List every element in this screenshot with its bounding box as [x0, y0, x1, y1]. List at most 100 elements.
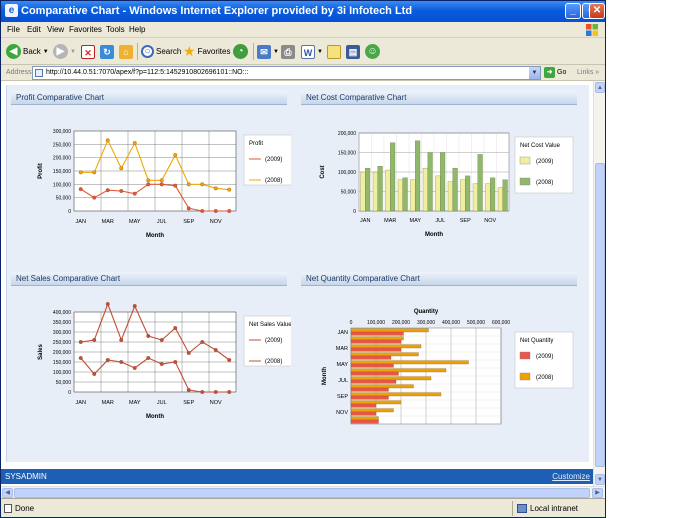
- back-label: Back: [23, 47, 41, 56]
- x-tick-label: JAN: [76, 400, 86, 406]
- research-button[interactable]: ▤: [346, 43, 360, 60]
- bar: [350, 419, 379, 424]
- net-sales-chart: 0 50,000 100,000 150,000 200,000 250,000 300,0…: [38, 302, 291, 420]
- address-input[interactable]: http://10.44.0.51:7070/apex/f?p=112:5:14…: [32, 66, 541, 80]
- forward-button[interactable]: ▶ ▼: [53, 43, 76, 60]
- address-label: Address: [6, 69, 32, 76]
- data-point: [227, 187, 232, 192]
- address-dropdown-icon[interactable]: ▼: [529, 67, 540, 79]
- history-icon: ◔: [233, 44, 248, 59]
- back-arrow-icon: ◀: [6, 44, 21, 59]
- toolbar-divider: [253, 43, 254, 60]
- x-tick-label: JUL: [157, 219, 167, 225]
- security-zone: Local intranet: [512, 501, 604, 516]
- bar: [350, 400, 402, 405]
- forward-dropdown-icon: ▼: [70, 48, 76, 55]
- refresh-button[interactable]: ↻: [100, 43, 114, 60]
- menu-bar: File Edit View Favorites Tools Help: [1, 22, 605, 38]
- menu-file[interactable]: File: [7, 25, 20, 34]
- bar: [390, 142, 396, 212]
- y-tick-label: 0: [353, 209, 356, 215]
- data-point: [78, 170, 83, 175]
- minimize-button[interactable]: _: [565, 3, 581, 19]
- bar: [435, 175, 441, 212]
- stop-icon: ✕: [81, 44, 95, 59]
- data-point: [186, 182, 191, 187]
- data-point: [92, 372, 97, 376]
- links-label: Links: [577, 69, 594, 76]
- go-button[interactable]: ➜ Go: [544, 67, 566, 78]
- messenger-button[interactable]: ☺: [365, 43, 380, 60]
- close-button[interactable]: ✕: [589, 3, 605, 19]
- legend-label: (2009): [265, 157, 282, 163]
- address-url: http://10.44.0.51:7070/apex/f?p=112:5:14…: [46, 69, 249, 76]
- x-tick-label: SEP: [460, 218, 471, 224]
- bar: [350, 387, 389, 392]
- toolbar-divider: [137, 43, 138, 60]
- browser-window: e Comparative Chart - Windows Internet E…: [0, 0, 606, 518]
- edit-dropdown-icon: ▼: [317, 48, 323, 55]
- net-quantity-chart: Quantity 0 100,000 200,000 300,000 400,000 500…: [322, 309, 574, 425]
- legend-label: (2008): [265, 178, 282, 184]
- customize-link[interactable]: Customize: [552, 472, 590, 481]
- data-point: [105, 188, 110, 193]
- menu-view[interactable]: View: [47, 25, 64, 34]
- x-axis-title: Month: [146, 414, 164, 420]
- y-tick-label: 150,000: [338, 151, 356, 157]
- scroll-right-icon[interactable]: ▶: [592, 488, 603, 498]
- bar: [360, 171, 366, 212]
- y-tick-label: 50,000: [341, 190, 357, 196]
- y-tick-label: SEP: [337, 394, 348, 400]
- data-point: [146, 356, 151, 360]
- profit-region: Profit Comparative Chart 0 50,000 100,000 1…: [7, 85, 291, 263]
- home-button[interactable]: ⌂: [119, 43, 133, 60]
- menu-tools[interactable]: Tools: [106, 25, 125, 34]
- search-icon: ○: [141, 45, 154, 58]
- links-button[interactable]: Links »: [577, 69, 599, 76]
- data-point: [119, 166, 124, 171]
- legend-label: (2008): [536, 180, 553, 186]
- bar: [350, 392, 442, 397]
- x-tick-label: JUL: [157, 400, 167, 406]
- data-point: [213, 186, 218, 191]
- mail-button[interactable]: ✉ ▼: [257, 43, 279, 60]
- horizontal-scrollbar[interactable]: ◀ ▶: [1, 486, 605, 498]
- menu-favorites[interactable]: Favorites: [69, 25, 102, 34]
- mail-icon: ✉: [257, 44, 271, 59]
- scroll-up-icon[interactable]: ▲: [595, 82, 605, 93]
- bar: [415, 140, 421, 212]
- stop-button[interactable]: ✕: [81, 43, 95, 60]
- bar: [350, 376, 432, 381]
- menu-edit[interactable]: Edit: [27, 25, 41, 34]
- data-point: [186, 351, 191, 355]
- menu-help[interactable]: Help: [129, 25, 145, 34]
- data-point: [159, 178, 164, 183]
- data-point: [159, 182, 164, 187]
- favorites-button[interactable]: ★ Favorites: [183, 43, 230, 60]
- scroll-thumb[interactable]: [595, 163, 605, 467]
- y-tick-label: 250,000: [53, 142, 71, 148]
- history-button[interactable]: ◔: [233, 43, 248, 60]
- bar: [350, 408, 394, 413]
- scroll-left-icon[interactable]: ◀: [2, 488, 13, 498]
- y-axis-title: Cost: [320, 165, 326, 178]
- bar: [477, 154, 483, 212]
- scroll-down-icon[interactable]: ▼: [595, 474, 605, 485]
- y-tick-label: 100,000: [53, 182, 71, 188]
- window-title: Comparative Chart - Windows Internet Exp…: [21, 5, 413, 17]
- bar: [502, 179, 508, 212]
- data-point: [200, 340, 205, 344]
- hscroll-thumb[interactable]: [14, 488, 590, 498]
- edit-button[interactable]: W ▼: [301, 43, 323, 60]
- bar: [465, 175, 471, 212]
- vertical-scrollbar[interactable]: ▲ ▼: [593, 81, 605, 487]
- legend-swatch: [519, 156, 531, 165]
- x-tick-label: JAN: [76, 219, 86, 225]
- search-button[interactable]: ○ Search: [141, 43, 181, 60]
- data-point: [173, 360, 178, 364]
- data-point: [227, 209, 232, 213]
- back-button[interactable]: ◀ Back ▼: [6, 43, 49, 60]
- discuss-button[interactable]: [327, 43, 341, 60]
- mail-dropdown-icon: ▼: [273, 48, 279, 55]
- print-button[interactable]: ⎙: [281, 43, 295, 60]
